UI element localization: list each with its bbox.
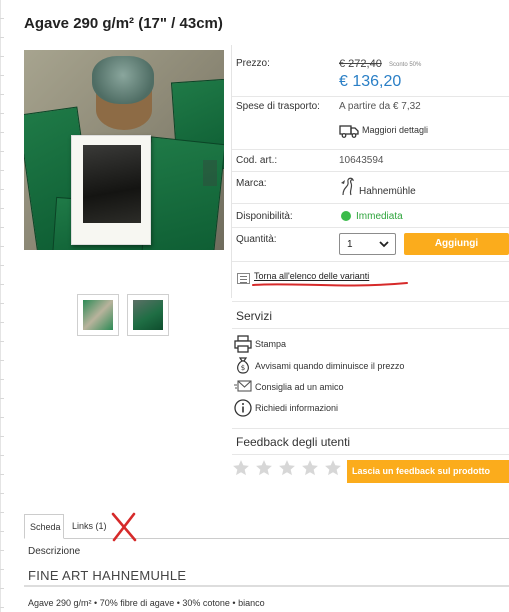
quantity-select[interactable]: 1	[339, 233, 396, 255]
description-rule	[24, 585, 509, 587]
description-title: FINE ART HAHNEMUHLE	[28, 568, 187, 583]
image-print	[71, 135, 151, 245]
shipping-label: Spese di trasporto:	[236, 101, 320, 112]
quantity-label: Quantità:	[236, 234, 277, 245]
discount-badge: Sconto 50%	[389, 62, 422, 68]
sku-value: 10643594	[339, 155, 384, 166]
availability-indicator	[341, 211, 351, 221]
quantity-value: 1	[347, 239, 353, 250]
brand-logo-icon	[341, 177, 355, 196]
service-price-alert[interactable]: Avvisami quando diminuisce il prezzo	[255, 361, 404, 371]
star-icon[interactable]	[278, 459, 296, 477]
chevron-down-icon	[379, 241, 389, 248]
tab-links[interactable]: Links (1)	[67, 514, 112, 539]
description-heading: Descrizione	[28, 546, 81, 557]
leave-feedback-button[interactable]: Lascia un feedback sul prodotto	[347, 460, 509, 483]
feedback-title: Feedback degli utenti	[236, 435, 351, 449]
add-to-cart-button[interactable]: Aggiungi	[404, 233, 509, 255]
star-icon[interactable]	[324, 459, 342, 477]
image-print-photo	[83, 145, 141, 223]
row-divider	[232, 96, 509, 97]
row-divider	[232, 227, 509, 228]
shipping-value: A partire da € 7,32	[339, 101, 421, 112]
product-title: Agave 290 g/m² (17" / 43cm)	[24, 15, 223, 32]
envelope-icon	[234, 380, 252, 392]
sku-label: Cod. art.:	[236, 155, 278, 166]
brand-name[interactable]: Hahnemühle	[359, 186, 416, 197]
product-main-image[interactable]	[24, 50, 224, 250]
money-bag-icon: $	[237, 357, 249, 374]
row-divider	[232, 149, 509, 150]
page-left-ticks	[0, 0, 4, 612]
section-divider	[232, 428, 509, 429]
image-plant	[92, 56, 154, 104]
description-text: Agave 290 g/m² • 70% fibre di agave • 30…	[28, 598, 265, 608]
svg-text:$: $	[241, 364, 245, 372]
list-icon-line	[240, 282, 247, 283]
list-icon-line	[240, 276, 247, 277]
section-divider	[232, 328, 509, 329]
service-print[interactable]: Stampa	[255, 339, 286, 349]
truck-icon	[339, 125, 359, 138]
price-label: Prezzo:	[236, 58, 270, 69]
info-icon	[234, 399, 252, 417]
red-underline-annotation	[252, 282, 408, 287]
gallery-thumbnail-1[interactable]	[77, 294, 119, 336]
star-icon[interactable]	[255, 459, 273, 477]
section-divider	[232, 301, 509, 302]
printer-icon	[234, 335, 252, 353]
old-price: € 272,40	[339, 58, 382, 70]
row-divider	[232, 261, 509, 262]
gallery-thumbnail-2[interactable]	[127, 294, 169, 336]
thumbnail-image	[133, 300, 163, 330]
availability-value: Immediata	[356, 211, 403, 222]
tab-scheda[interactable]: Scheda	[24, 514, 64, 539]
service-request-info[interactable]: Richiedi informazioni	[255, 403, 338, 413]
current-price: € 136,20	[339, 73, 402, 90]
thumbnail-image	[83, 300, 113, 330]
red-x-annotation	[111, 512, 137, 542]
star-icon[interactable]	[301, 459, 319, 477]
star-icon[interactable]	[232, 459, 250, 477]
row-divider	[232, 203, 509, 204]
list-icon-line	[240, 279, 247, 280]
availability-label: Disponibilità:	[236, 211, 293, 222]
list-icon	[237, 273, 250, 284]
brand-label: Marca:	[236, 178, 267, 189]
section-divider	[232, 454, 509, 455]
service-recommend[interactable]: Consiglia ad un amico	[255, 382, 344, 392]
shipping-details-link[interactable]: Maggiori dettagli	[362, 125, 428, 135]
gallery-next-arrow[interactable]	[203, 160, 217, 186]
row-divider	[232, 171, 509, 172]
services-title: Servizi	[236, 309, 273, 323]
